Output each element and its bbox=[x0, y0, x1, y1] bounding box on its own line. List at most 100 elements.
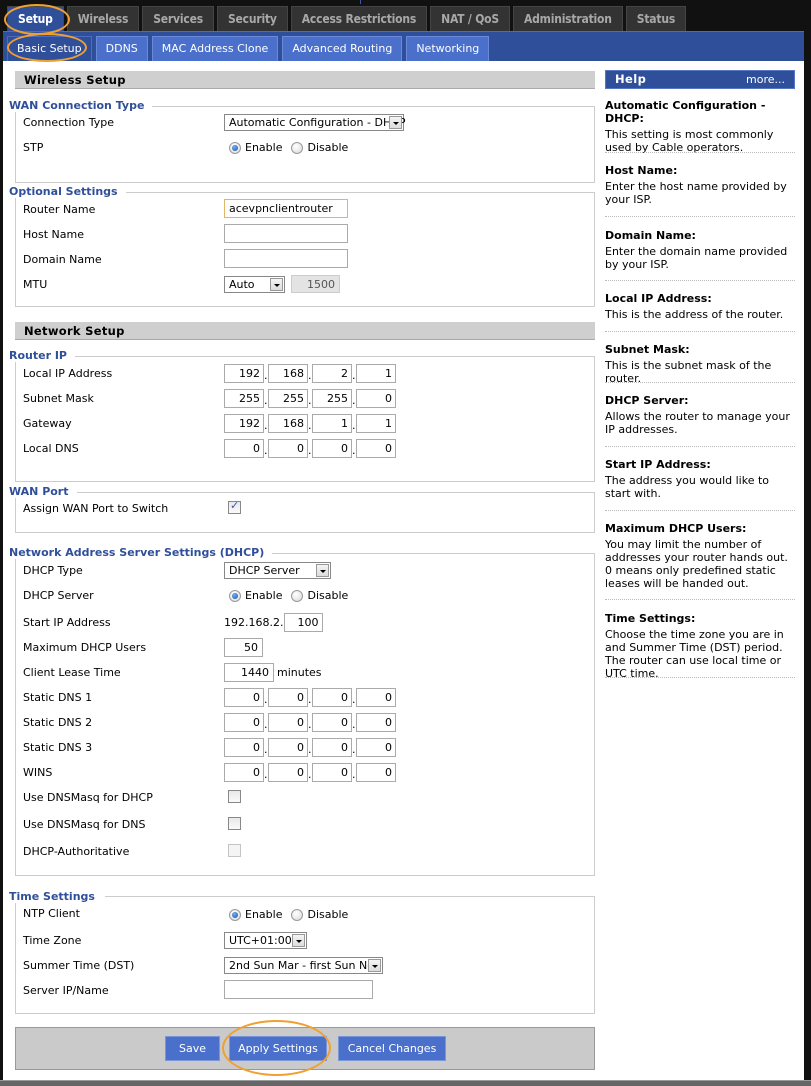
top-divider bbox=[360, 0, 361, 4]
subtab-networking[interactable]: Networking bbox=[406, 36, 490, 61]
label-server-ip: Server IP/Name bbox=[23, 984, 109, 997]
dns1-octet-1[interactable]: 0 bbox=[224, 688, 264, 707]
dns2-octet-2[interactable]: 0 bbox=[268, 713, 308, 732]
tab-nat-qos[interactable]: NAT / QoS bbox=[430, 6, 510, 31]
help-item: Host Name: Enter the host name provided … bbox=[605, 164, 787, 206]
bottom-scroll-strip bbox=[0, 1080, 811, 1086]
local-ip-octet-4[interactable]: 1 bbox=[356, 364, 396, 383]
gateway-octet-3[interactable]: 1 bbox=[312, 414, 352, 433]
chevron-down-icon bbox=[368, 959, 381, 972]
local-dns-octet-3[interactable]: 0 bbox=[312, 439, 352, 458]
wins-octet-4[interactable]: 0 bbox=[356, 763, 396, 782]
section-network-setup: Network Setup bbox=[15, 322, 595, 340]
ntp-disable-radio[interactable] bbox=[291, 908, 304, 921]
stp-disable-radio[interactable] bbox=[291, 141, 304, 154]
legend-optional-settings: Optional Settings bbox=[9, 185, 126, 198]
ntp-server-input[interactable] bbox=[224, 980, 373, 999]
ntp-enable-radio[interactable] bbox=[229, 908, 241, 921]
help-divider bbox=[605, 382, 795, 383]
dns3-octet-2[interactable]: 0 bbox=[268, 738, 308, 757]
subtab-advanced-routing[interactable]: Advanced Routing bbox=[282, 36, 403, 61]
gateway-octet-4[interactable]: 1 bbox=[356, 414, 396, 433]
dhcp-authoritative-checkbox[interactable] bbox=[228, 844, 241, 857]
client-lease-time-input[interactable]: 1440 bbox=[224, 663, 274, 682]
stp-enable-radio[interactable] bbox=[229, 141, 241, 154]
max-dhcp-users-input[interactable]: 50 bbox=[224, 638, 263, 657]
help-divider bbox=[605, 599, 795, 600]
gateway-octet-1[interactable]: 192 bbox=[224, 414, 264, 433]
apply-settings-button[interactable]: Apply Settings bbox=[229, 1036, 327, 1061]
dhcp-type-select[interactable]: DHCP Server bbox=[224, 562, 331, 579]
tab-wireless[interactable]: Wireless bbox=[66, 6, 140, 31]
assign-wan-port-checkbox[interactable] bbox=[228, 499, 241, 514]
dns3-octet-4[interactable]: 0 bbox=[356, 738, 396, 757]
help-divider bbox=[605, 446, 795, 447]
local-dns-octet-2[interactable]: 0 bbox=[268, 439, 308, 458]
sub-nav: Basic Setup DDNS MAC Address Clone Advan… bbox=[7, 36, 490, 61]
tab-access-restrictions[interactable]: Access Restrictions bbox=[290, 6, 428, 31]
subnet-octet-2[interactable]: 255 bbox=[268, 389, 308, 408]
label-subnet-mask: Subnet Mask bbox=[23, 392, 94, 405]
mtu-value-input[interactable]: 1500 bbox=[291, 275, 340, 293]
subnet-octet-1[interactable]: 255 bbox=[224, 389, 264, 408]
router-name-input[interactable]: acevpnclientrouter bbox=[224, 199, 348, 218]
mtu-mode-select[interactable]: Auto bbox=[224, 275, 285, 293]
tab-security[interactable]: Security bbox=[216, 6, 288, 31]
domain-name-input[interactable] bbox=[224, 249, 348, 268]
local-ip-octet-3[interactable]: 2 bbox=[312, 364, 352, 383]
dns3-octet-3[interactable]: 0 bbox=[312, 738, 352, 757]
dhcp-server-disable-radio[interactable] bbox=[291, 589, 304, 602]
label-summer-time: Summer Time (DST) bbox=[23, 959, 135, 972]
help-header: Help more... bbox=[605, 70, 795, 89]
dnsmasq-dns-checkbox[interactable] bbox=[228, 817, 241, 830]
wins-octet-2[interactable]: 0 bbox=[268, 763, 308, 782]
start-ip-input[interactable]: 100 bbox=[284, 613, 324, 632]
local-ip-octet-1[interactable]: 192 bbox=[224, 364, 264, 383]
dns3-octet-1[interactable]: 0 bbox=[224, 738, 264, 757]
dns2-octet-3[interactable]: 0 bbox=[312, 713, 352, 732]
lease-unit: minutes bbox=[277, 666, 322, 679]
help-more-link[interactable]: more... bbox=[746, 71, 785, 88]
tab-status[interactable]: Status bbox=[625, 6, 687, 31]
wins-input: 0. 0. 0. 0 bbox=[224, 763, 396, 782]
subnet-octet-4[interactable]: 0 bbox=[356, 389, 396, 408]
help-item: Subnet Mask: This is the subnet mask of … bbox=[605, 343, 772, 385]
legend-wan-connection: WAN Connection Type bbox=[9, 99, 153, 112]
right-edge bbox=[804, 31, 811, 1086]
connection-type-select[interactable]: Automatic Configuration - DHCP bbox=[224, 114, 406, 131]
wins-octet-1[interactable]: 0 bbox=[224, 763, 264, 782]
dnsmasq-dhcp-checkbox[interactable] bbox=[228, 790, 241, 803]
dns2-octet-1[interactable]: 0 bbox=[224, 713, 264, 732]
subtab-ddns[interactable]: DDNS bbox=[95, 36, 148, 61]
cancel-changes-button[interactable]: Cancel Changes bbox=[338, 1036, 446, 1061]
subtab-basic-setup[interactable]: Basic Setup bbox=[7, 36, 92, 61]
static-dns-2-input: 0. 0. 0. 0 bbox=[224, 713, 396, 732]
save-button[interactable]: Save bbox=[165, 1036, 220, 1061]
dns1-octet-2[interactable]: 0 bbox=[268, 688, 308, 707]
wins-octet-3[interactable]: 0 bbox=[312, 763, 352, 782]
subtab-mac-address-clone[interactable]: MAC Address Clone bbox=[151, 36, 279, 61]
local-dns-octet-4[interactable]: 0 bbox=[356, 439, 396, 458]
help-item: Start IP Address: The address you would … bbox=[605, 458, 770, 500]
legend-dhcp: Network Address Server Settings (DHCP) bbox=[9, 546, 273, 559]
time-zone-select[interactable]: UTC+01:00 bbox=[224, 932, 307, 949]
label-wins: WINS bbox=[23, 766, 53, 779]
local-ip-octet-2[interactable]: 168 bbox=[268, 364, 308, 383]
label-client-lease-time: Client Lease Time bbox=[23, 666, 121, 679]
label-dhcp-server: DHCP Server bbox=[23, 589, 94, 602]
gateway-octet-2[interactable]: 168 bbox=[268, 414, 308, 433]
dhcp-server-enable-radio[interactable] bbox=[229, 589, 241, 602]
tab-administration[interactable]: Administration bbox=[512, 6, 623, 31]
dns2-octet-4[interactable]: 0 bbox=[356, 713, 396, 732]
host-name-input[interactable] bbox=[224, 224, 348, 243]
tab-services[interactable]: Services bbox=[142, 6, 214, 31]
dns1-octet-3[interactable]: 0 bbox=[312, 688, 352, 707]
tab-setup[interactable]: Setup bbox=[7, 6, 64, 31]
subnet-octet-3[interactable]: 255 bbox=[312, 389, 352, 408]
label-time-zone: Time Zone bbox=[23, 934, 82, 947]
dns1-octet-4[interactable]: 0 bbox=[356, 688, 396, 707]
local-dns-octet-1[interactable]: 0 bbox=[224, 439, 264, 458]
summer-time-select[interactable]: 2nd Sun Mar - first Sun Nov bbox=[224, 957, 383, 974]
label-static-dns-2: Static DNS 2 bbox=[23, 716, 93, 729]
chevron-down-icon bbox=[292, 934, 305, 947]
